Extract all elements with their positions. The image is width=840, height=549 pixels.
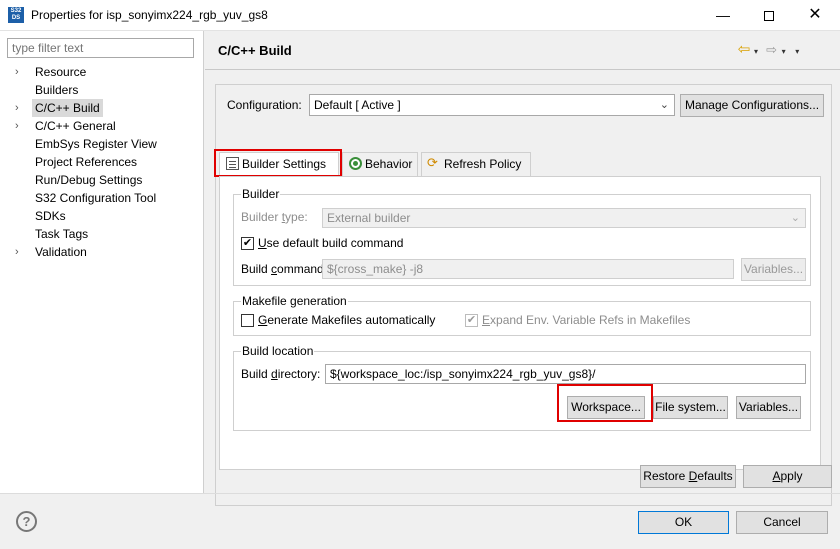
minimize-button[interactable]: — — [700, 0, 746, 30]
build-directory-input[interactable]: ${workspace_loc:/isp_sonyimx224_rgb_yuv_… — [325, 364, 806, 384]
view-menu-icon[interactable]: ▾ — [792, 47, 802, 56]
forward-menu-icon[interactable]: ▾ — [779, 47, 789, 56]
refresh-icon: ⟳ — [427, 155, 438, 170]
tree-item-label: Task Tags — [35, 227, 89, 241]
file-system-button[interactable]: File system... — [653, 396, 728, 419]
configuration-value: Default [ Active ] — [314, 98, 401, 112]
builder-type-label: Builder type: — [241, 210, 308, 224]
chevron-right-icon[interactable]: › — [15, 117, 19, 135]
property-tree: › Resource Builders › C/C++ Build › C/C++ Gene… — [0, 63, 204, 261]
use-default-command-label: Use default build command — [258, 236, 404, 250]
builder-type-select[interactable]: External builder ⌄ — [322, 208, 806, 228]
main-panel: C/C++ Build ⇦ ▾ ⇨ ▾ ▾ Configuration: Defau… — [205, 31, 840, 506]
configuration-select[interactable]: Default [ Active ] ⌄ — [309, 94, 675, 116]
tree-item[interactable]: S32 Configuration Tool — [0, 189, 204, 207]
builder-variables-button[interactable]: Variables... — [741, 258, 806, 281]
maximize-button[interactable] — [746, 0, 792, 30]
restore-defaults-button[interactable]: Restore Defaults — [640, 465, 736, 488]
tree-item-label: C/C++ General — [35, 119, 116, 133]
group-title: Build location — [241, 344, 315, 358]
help-icon[interactable]: ? — [16, 511, 37, 532]
app-icon: S32 DS — [8, 7, 24, 23]
build-directory-label: Build directory: — [241, 367, 321, 381]
chevron-down-icon: ⌄ — [790, 212, 800, 224]
manage-configurations-button[interactable]: Manage Configurations... — [680, 94, 824, 117]
apply-button[interactable]: Apply — [743, 465, 832, 488]
window-title: Properties for isp_sonyimx224_rgb_yuv_gs… — [31, 8, 268, 22]
tree-item[interactable]: Builders — [0, 81, 204, 99]
tree-item-label: Project References — [35, 155, 138, 169]
filter-input[interactable] — [7, 38, 194, 58]
generate-makefiles-checkbox[interactable] — [241, 314, 254, 327]
tree-item[interactable]: SDKs — [0, 207, 204, 225]
builder-settings-panel: Builder Builder type: External builder ⌄… — [219, 176, 821, 470]
tree-item[interactable]: › Validation — [0, 243, 204, 261]
maximize-icon — [764, 11, 774, 22]
tree-item[interactable]: Project References — [0, 153, 204, 171]
ok-button[interactable]: OK — [638, 511, 729, 534]
chevron-right-icon[interactable]: › — [15, 63, 19, 81]
tree-item-label: C/C++ Build — [32, 99, 103, 117]
tree-item[interactable]: Task Tags — [0, 225, 204, 243]
tab-label: Behavior — [365, 157, 413, 171]
tab-label: Refresh Policy — [444, 157, 522, 171]
tab-behavior[interactable]: Behavior — [342, 152, 418, 176]
tree-item-label: Resource — [35, 65, 87, 79]
tree-item-label: Validation — [35, 245, 87, 259]
tree-item[interactable]: › C/C++ General — [0, 117, 204, 135]
page-title: C/C++ Build — [218, 43, 292, 58]
builder-group: Builder Builder type: External builder ⌄… — [233, 187, 811, 286]
build-location-group: Build location Build directory: ${worksp… — [233, 344, 811, 431]
tree-item[interactable]: Run/Debug Settings — [0, 171, 204, 189]
tree-item[interactable]: EmbSys Register View — [0, 135, 204, 153]
forward-arrow-icon[interactable]: ⇨ — [765, 42, 779, 58]
close-button[interactable]: ✕ — [792, 0, 838, 30]
group-title: Makefile generation — [241, 294, 348, 308]
chevron-right-icon[interactable]: › — [15, 99, 19, 117]
configuration-label: Configuration: — [227, 98, 302, 112]
tree-item-label: S32 Configuration Tool — [35, 191, 157, 205]
nav-toolbar: ⇦ ▾ ⇨ ▾ ▾ — [737, 40, 802, 58]
footer-divider — [0, 493, 840, 494]
tree-item-label: SDKs — [35, 209, 66, 223]
back-menu-icon[interactable]: ▾ — [751, 47, 761, 56]
chevron-right-icon[interactable]: › — [15, 243, 19, 261]
cancel-button[interactable]: Cancel — [736, 511, 828, 534]
group-title: Builder — [241, 187, 281, 201]
back-arrow-icon[interactable]: ⇦ — [737, 40, 751, 58]
makefile-group: Makefile generation Generate Makefiles a… — [233, 294, 811, 336]
build-command-label: Build command: — [241, 262, 328, 276]
header-divider — [205, 69, 840, 70]
tree-item-label: EmbSys Register View — [35, 137, 157, 151]
title-bar: S32 DS Properties for isp_sonyimx224_rgb… — [0, 0, 840, 31]
tree-item-label: Builders — [35, 83, 79, 97]
highlight-box-workspace — [557, 384, 653, 422]
build-command-input[interactable]: ${cross_make} -j8 — [322, 259, 734, 279]
sidebar: › Resource Builders › C/C++ Build › C/C++ Gene… — [0, 31, 204, 493]
tree-item-label: Run/Debug Settings — [35, 173, 143, 187]
chevron-down-icon: ⌄ — [659, 99, 669, 111]
tab-refresh-policy[interactable]: ⟳ Refresh Policy — [421, 152, 531, 176]
highlight-box-tab — [214, 149, 342, 177]
expand-env-refs-checkbox[interactable]: ✔ — [465, 314, 478, 327]
use-default-command-checkbox[interactable]: ✔ — [241, 237, 254, 250]
tree-item[interactable]: › Resource — [0, 63, 204, 81]
expand-env-refs-label: Expand Env. Variable Refs in Makefiles — [482, 313, 691, 327]
behavior-icon — [349, 157, 362, 170]
tree-item[interactable]: › C/C++ Build — [0, 99, 204, 117]
location-variables-button[interactable]: Variables... — [736, 396, 801, 419]
builder-type-value: External builder — [327, 211, 411, 225]
generate-makefiles-label: Generate Makefiles automatically — [258, 313, 436, 327]
